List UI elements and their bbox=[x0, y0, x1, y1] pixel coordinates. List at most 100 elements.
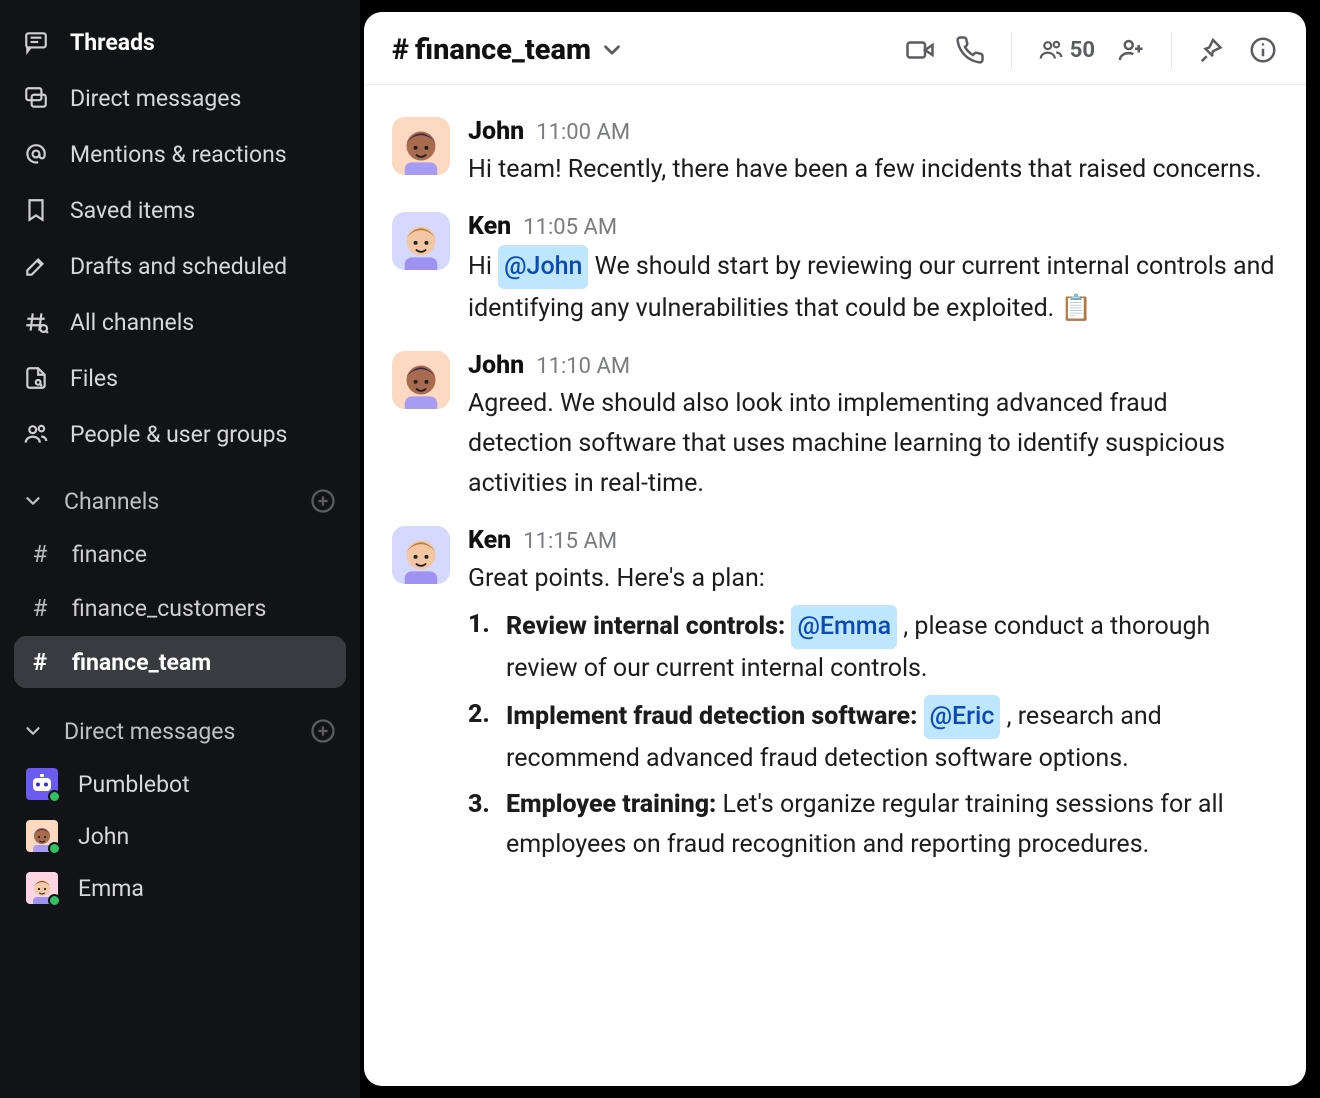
hash-icon: # bbox=[28, 594, 52, 622]
sidebar-item-mentions[interactable]: Mentions & reactions bbox=[10, 130, 350, 178]
hash-icon: # bbox=[28, 540, 52, 568]
section-direct-messages[interactable]: Direct messages bbox=[10, 706, 350, 756]
add-dm-button[interactable] bbox=[308, 716, 338, 746]
message-author[interactable]: Ken bbox=[468, 212, 511, 241]
message-text bbox=[917, 702, 923, 731]
sidebar-item-saved[interactable]: Saved items bbox=[10, 186, 350, 234]
sidebar-item-label: Threads bbox=[70, 29, 155, 56]
sidebar-item-label: Saved items bbox=[70, 197, 195, 224]
dm-name: Pumblebot bbox=[78, 771, 190, 798]
avatar[interactable] bbox=[392, 212, 450, 270]
member-count-button[interactable]: 50 bbox=[1038, 37, 1095, 63]
mention[interactable]: @John bbox=[498, 245, 588, 289]
section-label: Channels bbox=[64, 488, 159, 515]
chevron-down-icon bbox=[22, 490, 44, 512]
sidebar-item-label: Files bbox=[70, 365, 118, 392]
all-icon bbox=[22, 308, 50, 336]
channel-header: #finance_team 50 bbox=[364, 12, 1306, 85]
message-time: 11:15 AM bbox=[523, 529, 617, 554]
plan-item: Review internal controls: @Emma , please… bbox=[468, 605, 1278, 689]
sidebar-item-drafts[interactable]: Drafts and scheduled bbox=[10, 242, 350, 290]
message-text: Hi team! Recently, there have been a few… bbox=[468, 155, 1262, 184]
files-icon bbox=[22, 364, 50, 392]
add-member-button[interactable] bbox=[1115, 35, 1145, 65]
message-time: 11:05 AM bbox=[523, 215, 617, 240]
sidebar: Threads Direct messages Mentions & react… bbox=[0, 0, 360, 1098]
message-time: 11:00 AM bbox=[536, 120, 630, 145]
message: Ken 11:05 AM Hi @John We should start by… bbox=[392, 212, 1278, 329]
sidebar-item-threads[interactable]: Threads bbox=[10, 18, 350, 66]
channel-name: finance_team bbox=[415, 33, 591, 67]
mention[interactable]: @Emma bbox=[791, 605, 897, 649]
message-time: 11:10 AM bbox=[536, 354, 630, 379]
message-text: Great points. Here's a plan: bbox=[468, 564, 765, 593]
plan-item: Implement fraud detection software: @Eri… bbox=[468, 695, 1278, 779]
sidebar-item-dms[interactable]: Direct messages bbox=[10, 74, 350, 122]
avatar bbox=[26, 820, 58, 852]
message: John 11:00 AM Hi team! Recently, there h… bbox=[392, 117, 1278, 190]
sidebar-item-label: Direct messages bbox=[70, 85, 241, 112]
plan-lead: Implement fraud detection software: bbox=[506, 702, 917, 731]
message: Ken 11:15 AM Great points. Here's a plan… bbox=[392, 526, 1278, 865]
sidebar-item-people[interactable]: People & user groups bbox=[10, 410, 350, 458]
pins-button[interactable] bbox=[1198, 35, 1228, 65]
plan-lead: Review internal controls: bbox=[506, 612, 785, 641]
hash-icon: # bbox=[28, 648, 52, 676]
plan-list: Review internal controls: @Emma , please… bbox=[468, 605, 1278, 865]
mentions-icon bbox=[22, 140, 50, 168]
main-pane: #finance_team 50 bbox=[364, 12, 1306, 1086]
sidebar-item-label: Drafts and scheduled bbox=[70, 253, 287, 280]
audio-call-button[interactable] bbox=[955, 35, 985, 65]
plan-item: Employee training: Let's organize regula… bbox=[468, 785, 1278, 865]
sidebar-item-label: People & user groups bbox=[70, 421, 287, 448]
info-button[interactable] bbox=[1248, 35, 1278, 65]
dm-item-pumblebot[interactable]: Pumblebot bbox=[14, 760, 346, 808]
message: John 11:10 AM Agreed. We should also loo… bbox=[392, 351, 1278, 504]
presence-indicator bbox=[48, 894, 61, 907]
plan-lead: Employee training: bbox=[506, 790, 716, 819]
sidebar-item-label: All channels bbox=[70, 309, 194, 336]
message-list[interactable]: John 11:00 AM Hi team! Recently, there h… bbox=[364, 85, 1306, 1086]
video-call-button[interactable] bbox=[905, 35, 935, 65]
message-text: Agreed. We should also look into impleme… bbox=[468, 389, 1225, 498]
chevron-down-icon bbox=[22, 720, 44, 742]
member-count: 50 bbox=[1070, 38, 1095, 63]
channel-item-finance[interactable]: # finance bbox=[14, 528, 346, 580]
channel-name: finance_customers bbox=[72, 595, 266, 622]
channel-name: finance bbox=[72, 541, 147, 568]
channel-title-button[interactable]: #finance_team bbox=[392, 33, 625, 67]
presence-indicator bbox=[48, 842, 61, 855]
message-text: Hi bbox=[468, 252, 498, 281]
divider bbox=[1171, 32, 1172, 68]
dm-name: John bbox=[78, 823, 129, 850]
sidebar-item-files[interactable]: Files bbox=[10, 354, 350, 402]
dm-name: Emma bbox=[78, 875, 144, 902]
threads-icon bbox=[22, 28, 50, 56]
drafts-icon bbox=[22, 252, 50, 280]
sidebar-item-label: Mentions & reactions bbox=[70, 141, 287, 168]
dm-item-emma[interactable]: Emma bbox=[14, 864, 346, 912]
avatar[interactable] bbox=[392, 526, 450, 584]
message-text: We should start by reviewing our current… bbox=[468, 252, 1274, 323]
section-label: Direct messages bbox=[64, 718, 235, 745]
dms-icon bbox=[22, 84, 50, 112]
add-channel-button[interactable] bbox=[308, 486, 338, 516]
avatar[interactable] bbox=[392, 351, 450, 409]
avatar bbox=[26, 872, 58, 904]
channel-name: finance_team bbox=[72, 649, 211, 676]
message-author[interactable]: John bbox=[468, 351, 524, 380]
message-author[interactable]: Ken bbox=[468, 526, 511, 555]
mention[interactable]: @Eric bbox=[924, 695, 1001, 739]
saved-icon bbox=[22, 196, 50, 224]
channel-item-finance_customers[interactable]: # finance_customers bbox=[14, 582, 346, 634]
people-icon bbox=[22, 420, 50, 448]
message-author[interactable]: John bbox=[468, 117, 524, 146]
dm-item-john[interactable]: John bbox=[14, 812, 346, 860]
chevron-down-icon bbox=[599, 37, 625, 63]
avatar bbox=[26, 768, 58, 800]
sidebar-item-all[interactable]: All channels bbox=[10, 298, 350, 346]
channel-item-finance_team[interactable]: # finance_team bbox=[14, 636, 346, 688]
avatar[interactable] bbox=[392, 117, 450, 175]
divider bbox=[1011, 32, 1012, 68]
section-channels[interactable]: Channels bbox=[10, 476, 350, 526]
